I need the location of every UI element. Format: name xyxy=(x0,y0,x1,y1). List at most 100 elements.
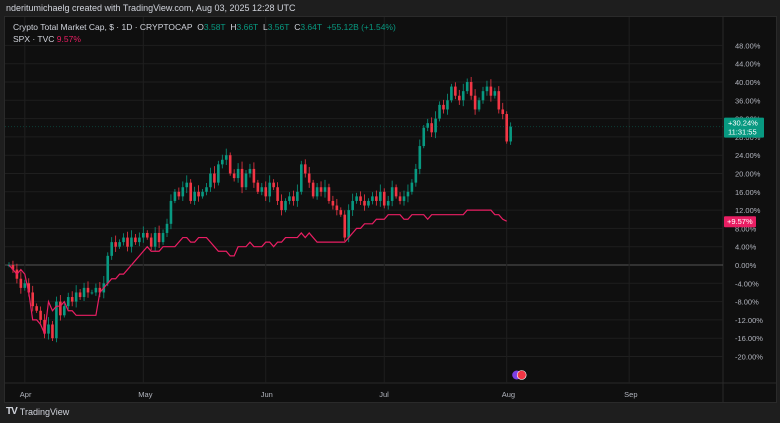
candle xyxy=(248,168,252,174)
candle xyxy=(303,164,307,174)
candle xyxy=(35,306,38,311)
candle xyxy=(264,187,268,197)
candle xyxy=(288,196,291,201)
candle xyxy=(134,237,137,243)
candle xyxy=(438,104,441,119)
candle xyxy=(205,187,208,192)
candle xyxy=(185,182,189,188)
candle xyxy=(240,168,244,188)
y-tick-label: -8.00% xyxy=(735,298,759,307)
candle xyxy=(327,187,331,201)
candle xyxy=(307,173,311,183)
y-tick-label: 44.00% xyxy=(735,60,761,69)
chart-legend: Crypto Total Market Cap, $ · 1D · CRYPTO… xyxy=(13,21,396,45)
footer-brand[interactable]: TV TradingView xyxy=(6,406,69,417)
candle xyxy=(458,95,461,101)
y-tick-label: 4.00% xyxy=(735,243,757,252)
candle xyxy=(118,242,121,247)
candle xyxy=(331,200,335,206)
candle xyxy=(363,200,366,206)
candle xyxy=(418,146,422,169)
open-label: O xyxy=(197,22,204,32)
candle xyxy=(236,168,240,179)
tradingview-logo-icon: TV xyxy=(6,406,18,417)
candle xyxy=(165,223,169,233)
y-tick-label: 20.00% xyxy=(735,170,761,179)
y-tick-label: 0.00% xyxy=(735,261,757,270)
candle xyxy=(268,182,271,197)
candle xyxy=(398,196,402,201)
candle xyxy=(394,187,398,197)
candle xyxy=(280,200,283,211)
y-tick-label: -4.00% xyxy=(735,279,759,288)
candle xyxy=(497,91,501,110)
candle xyxy=(284,200,287,211)
spx-title: SPX · TVC xyxy=(13,34,55,44)
candle xyxy=(319,187,323,192)
candle xyxy=(74,292,78,302)
candle xyxy=(70,297,74,302)
candle xyxy=(323,187,327,192)
candle xyxy=(446,100,449,110)
candle xyxy=(351,200,354,211)
y-tick-label: 48.00% xyxy=(735,41,761,50)
candle xyxy=(359,196,362,201)
symbol-title: Crypto Total Market Cap, $ · 1D · CRYPTO… xyxy=(13,22,193,32)
candle xyxy=(454,86,457,96)
y-tick-label: 12.00% xyxy=(735,206,761,215)
candle xyxy=(315,187,319,197)
candle xyxy=(106,255,110,284)
candle xyxy=(126,237,129,247)
candle xyxy=(232,173,236,179)
spx-value: 9.57% xyxy=(56,34,81,44)
y-tick-label: 36.00% xyxy=(735,96,761,105)
candle xyxy=(213,173,216,183)
candle xyxy=(19,278,23,288)
x-tick-label: May xyxy=(138,390,152,399)
candle xyxy=(193,191,196,201)
candle xyxy=(201,191,204,197)
candle xyxy=(402,196,406,201)
candle xyxy=(145,232,149,238)
candle xyxy=(292,196,295,201)
candle xyxy=(31,292,34,307)
candle xyxy=(300,164,303,192)
candle xyxy=(339,210,343,215)
candle xyxy=(414,168,418,183)
candle xyxy=(335,205,339,211)
candle xyxy=(355,196,358,201)
candle xyxy=(197,191,200,197)
y-tick-label: -12.00% xyxy=(735,316,763,325)
candle xyxy=(509,126,512,142)
candle xyxy=(23,283,27,288)
price-chart[interactable]: 48.00%44.00%40.00%36.00%32.00%28.00%24.0… xyxy=(5,17,776,402)
candle xyxy=(461,91,465,101)
economic-event-icon xyxy=(516,370,527,380)
chart-frame[interactable]: 48.00%44.00%40.00%36.00%32.00%28.00%24.0… xyxy=(4,16,777,403)
candle xyxy=(485,86,489,92)
candle xyxy=(252,168,256,183)
candle xyxy=(94,287,98,293)
candle xyxy=(367,200,370,206)
candle xyxy=(173,191,177,201)
y-tick-label: 40.00% xyxy=(735,78,761,87)
candle xyxy=(442,104,445,110)
candle xyxy=(228,155,232,174)
spx-price-value: +9.57% xyxy=(727,217,753,226)
open-value: 3.58T xyxy=(203,22,226,32)
candle xyxy=(169,200,173,224)
brand-name: TradingView xyxy=(19,406,70,417)
x-tick-label: Sep xyxy=(624,390,637,399)
candle xyxy=(347,210,350,238)
y-tick-label: -16.00% xyxy=(735,334,763,343)
candle xyxy=(224,155,228,160)
candle xyxy=(177,191,181,197)
candle xyxy=(371,196,374,201)
candle xyxy=(477,100,481,110)
candle xyxy=(489,86,493,96)
candle xyxy=(469,82,473,96)
y-tick-label: -20.00% xyxy=(735,353,763,362)
y-tick-label: 16.00% xyxy=(735,188,761,197)
candle xyxy=(209,173,212,188)
candle xyxy=(473,95,477,110)
